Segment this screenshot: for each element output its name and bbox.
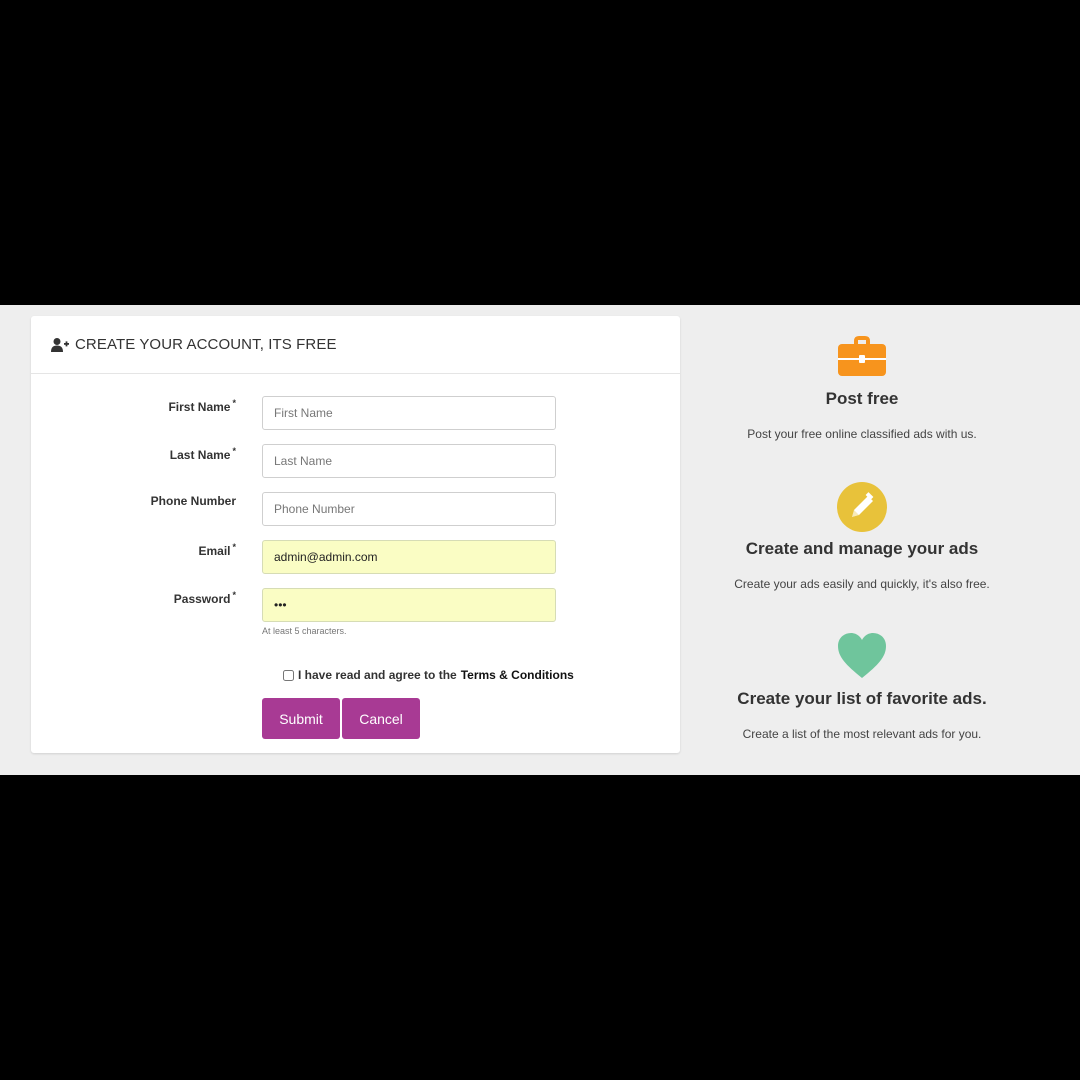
email-row: Email *: [31, 540, 680, 574]
last-name-label: Last Name *: [169, 446, 236, 462]
phone-row: Phone Number: [31, 492, 680, 526]
phone-label: Phone Number: [150, 494, 236, 508]
agree-text: I have read and agree to the: [298, 668, 457, 682]
page-content: CREATE YOUR ACCOUNT, ITS FREE First Name…: [0, 305, 1080, 775]
submit-button[interactable]: Submit: [262, 698, 340, 739]
password-row: Password *: [31, 588, 680, 622]
last-name-input[interactable]: [262, 444, 556, 478]
first-name-row: First Name *: [31, 396, 680, 430]
email-input[interactable]: [262, 540, 556, 574]
first-name-label: First Name *: [168, 398, 236, 414]
email-label: Email *: [198, 542, 236, 558]
feature-title: Create and manage your ads: [745, 539, 979, 558]
feature-desc: Post your free online classified ads wit…: [747, 427, 977, 441]
card-header: CREATE YOUR ACCOUNT, ITS FREE: [31, 316, 680, 374]
briefcase-icon: [836, 331, 888, 383]
password-label: Password *: [173, 590, 236, 606]
heart-icon: [836, 631, 888, 683]
terms-link[interactable]: Terms & Conditions: [461, 668, 574, 682]
feature-title: Post free: [825, 389, 899, 408]
feature-title: Create your list of favorite ads.: [737, 689, 987, 708]
user-plus-icon: [51, 337, 69, 353]
phone-input[interactable]: [262, 492, 556, 526]
feature-manage-ads: Create and manage your ads Create your a…: [692, 481, 1032, 591]
feature-desc: Create your ads easily and quickly, it's…: [734, 577, 990, 591]
feature-favorites: Create your list of favorite ads. Create…: [692, 631, 1032, 741]
card-title: CREATE YOUR ACCOUNT, ITS FREE: [75, 336, 337, 353]
password-input[interactable]: [262, 588, 556, 622]
terms-checkbox[interactable]: [283, 669, 294, 681]
feature-post-free: Post free Post your free online classifi…: [692, 331, 1032, 441]
first-name-input[interactable]: [262, 396, 556, 430]
feature-desc: Create a list of the most relevant ads f…: [742, 727, 982, 741]
pencil-icon: [836, 481, 888, 533]
last-name-row: Last Name *: [31, 444, 680, 478]
password-hint: At least 5 characters.: [262, 626, 347, 636]
terms-agreement: I have read and agree to the Terms & Con…: [283, 668, 574, 682]
cancel-button[interactable]: Cancel: [342, 698, 420, 739]
registration-card: CREATE YOUR ACCOUNT, ITS FREE First Name…: [31, 316, 680, 753]
